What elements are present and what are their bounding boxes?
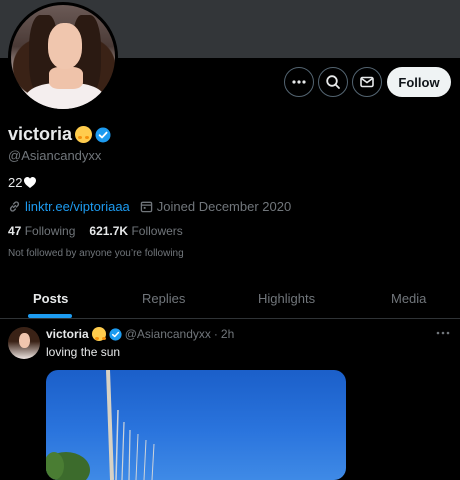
post-avatar-face (19, 333, 30, 348)
more-icon (292, 80, 306, 84)
bio-text: 22 (8, 175, 23, 190)
message-button[interactable] (352, 67, 382, 97)
smiling-emoji-icon (91, 327, 106, 341)
link-icon (9, 201, 20, 212)
post-separator: · (213, 327, 218, 341)
not-followed-notice: Not followed by anyone you’re following (8, 248, 184, 259)
profile-tabs: Posts Replies Highlights Media (0, 278, 460, 319)
post-media-image[interactable] (46, 370, 346, 480)
post-author-name[interactable]: victoria (46, 327, 89, 341)
following-label: Following (24, 224, 76, 238)
post-avatar[interactable] (8, 327, 40, 359)
search-icon (326, 75, 340, 89)
palm-trees-illustration (46, 370, 155, 480)
following-stat[interactable]: 47 Following (8, 224, 75, 238)
tab-replies[interactable]: Replies (142, 278, 185, 318)
profile-link[interactable]: linktr.ee/viptoriaaa (25, 199, 130, 214)
post-header: victoria @Asiancandyxx · 2h (46, 327, 234, 341)
followers-stat[interactable]: 621.7K Followers (89, 224, 182, 238)
following-count: 47 (8, 224, 22, 238)
joined-date: Joined December 2020 (156, 199, 292, 214)
verified-badge-icon[interactable] (95, 127, 111, 143)
post-more-icon[interactable] (436, 328, 450, 338)
profile-bio: 22 (8, 175, 37, 190)
tab-media[interactable]: Media (391, 278, 426, 318)
profile-meta: linktr.ee/viptoriaaa Joined December 202… (8, 199, 291, 214)
profile-name-row: victoria (8, 124, 111, 145)
avatar-face (48, 23, 82, 69)
avatar-neck (49, 67, 83, 89)
verified-badge-icon[interactable] (109, 327, 122, 341)
follow-button[interactable]: Follow (387, 67, 451, 97)
post-timestamp[interactable]: 2h (221, 327, 234, 341)
followers-count: 621.7K (89, 224, 129, 238)
search-button[interactable] (318, 67, 348, 97)
follow-stats: 47 Following 621.7K Followers (8, 224, 183, 238)
profile-handle: @Asiancandyxx (8, 148, 102, 163)
calendar-icon (140, 201, 153, 213)
tab-posts[interactable]: Posts (33, 278, 68, 318)
active-tab-indicator (28, 314, 72, 318)
post-text: loving the sun (46, 345, 121, 359)
profile-avatar[interactable] (8, 2, 118, 112)
followers-label: Followers (131, 224, 183, 238)
post-author-handle[interactable]: @Asiancandyxx (125, 327, 211, 341)
white-heart-icon (24, 177, 37, 188)
profile-name: victoria (8, 124, 73, 144)
smiling-emoji-icon (75, 126, 93, 143)
mail-icon (360, 76, 374, 88)
tab-highlights[interactable]: Highlights (258, 278, 315, 318)
more-button[interactable] (284, 67, 314, 97)
